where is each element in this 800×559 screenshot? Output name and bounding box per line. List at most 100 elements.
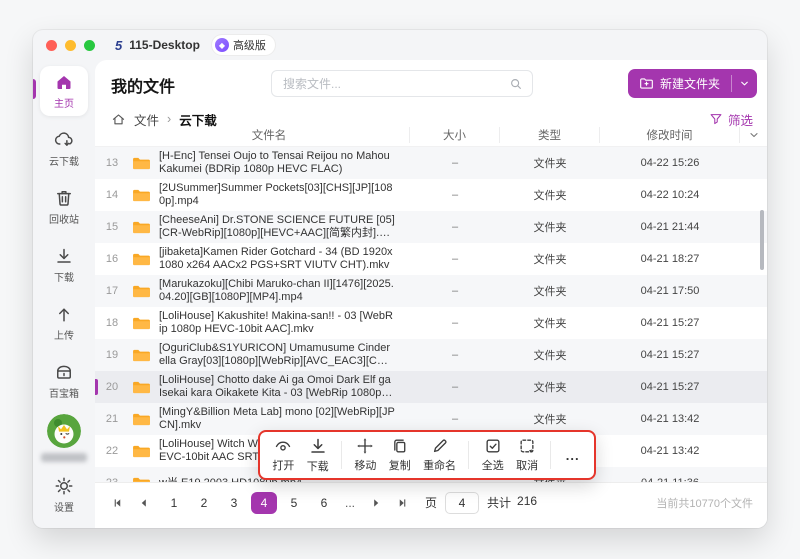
sidebar-item-upload[interactable]: 上传 <box>40 298 88 348</box>
folder-icon <box>132 412 151 427</box>
page-number-1[interactable]: 1 <box>161 492 187 514</box>
page-input[interactable] <box>445 491 480 514</box>
sidebar-item-about-info[interactable]: 关于 <box>40 526 88 528</box>
page-number-4[interactable]: 4 <box>251 491 277 514</box>
page-number-2[interactable]: 2 <box>191 492 217 514</box>
file-name-cell: [LoliHouse] Chotto dake Ai ga Omoi Dark … <box>129 374 410 400</box>
page-ellipsis[interactable]: ... <box>341 496 359 510</box>
file-count-summary: 当前共10770个文件 <box>656 497 753 510</box>
file-type: 文件夹 <box>533 382 567 394</box>
page-number-3[interactable]: 3 <box>221 492 247 514</box>
toolbar-select-all-button[interactable]: 全选 <box>482 437 504 473</box>
last-page-button[interactable] <box>393 494 411 512</box>
sidebar-item-recycle-bin[interactable]: 回收站 <box>40 182 88 232</box>
row-index: 16 <box>105 253 119 265</box>
column-type[interactable]: 类型 <box>500 127 600 143</box>
sidebar-item-treasure-box[interactable]: 百宝箱 <box>40 356 88 406</box>
sidebar-item-settings-gear[interactable]: 设置 <box>40 470 88 520</box>
first-page-button[interactable] <box>109 494 127 512</box>
close-window-button[interactable] <box>46 39 57 51</box>
table-row[interactable]: 20 [LoliHouse] Chotto dake Ai ga Omoi Dar… <box>95 371 767 403</box>
cancel-select-icon <box>518 437 536 455</box>
new-folder-button[interactable]: 新建文件夹 <box>628 75 731 92</box>
file-modified: 04-21 13:42 <box>640 413 700 425</box>
sidebar-item-label: 下载 <box>54 273 74 284</box>
page-number-6[interactable]: 6 <box>311 492 337 514</box>
premium-badge[interactable]: ◆ 高级版 <box>211 35 275 55</box>
toolbar-button-label: 移动 <box>354 460 377 472</box>
toolbar-move-button[interactable]: 移动 <box>354 437 376 473</box>
toolbar-open-button[interactable]: 打开 <box>272 437 294 473</box>
table-header: 文件名 大小 类型 修改时间 <box>95 124 767 147</box>
file-modified: 04-21 15:27 <box>640 349 700 361</box>
folder-icon <box>132 316 151 331</box>
file-size: – <box>451 285 459 297</box>
toolbar-more-button[interactable]: ... <box>564 448 582 463</box>
column-modified[interactable]: 修改时间 <box>600 127 740 143</box>
file-modified: 04-22 10:24 <box>640 189 700 201</box>
sidebar-bottom: 设置关于 <box>40 414 88 528</box>
chevron-down-icon[interactable] <box>732 78 757 89</box>
file-name: [LoliHouse] Chotto dake Ai ga Omoi Dark … <box>159 374 393 399</box>
table-row[interactable]: 18 [LoliHouse] Kakushite! Makina-san!! - … <box>95 307 767 339</box>
sidebar-item-download[interactable]: 下载 <box>40 240 88 290</box>
column-size[interactable]: 大小 <box>410 127 500 143</box>
sidebar-item-home[interactable]: 主页 <box>33 66 88 116</box>
premium-badge-label: 高级版 <box>232 40 266 52</box>
page-number-5[interactable]: 5 <box>281 492 307 514</box>
file-name-cell: [MingY&Billion Meta Lab] mono [02][WebRi… <box>129 406 410 432</box>
file-type: 文件夹 <box>533 222 567 234</box>
row-index: 21 <box>105 413 119 425</box>
next-page-button[interactable] <box>367 494 385 512</box>
select-all-icon <box>484 437 502 455</box>
row-index: 14 <box>105 189 119 201</box>
file-name-cell: [H-Enc] Tensei Oujo to Tensai Reijou no … <box>129 150 410 176</box>
folder-icon <box>132 220 151 235</box>
toolbar-divider <box>341 441 343 469</box>
file-size: – <box>451 317 459 329</box>
maximize-window-button[interactable] <box>84 39 95 51</box>
toolbar-copy-button[interactable]: 复制 <box>389 437 411 473</box>
file-modified: 04-21 15:27 <box>640 381 700 393</box>
row-index: 17 <box>105 285 119 297</box>
column-filename[interactable]: 文件名 <box>129 127 410 143</box>
vertical-scrollbar[interactable] <box>760 210 764 270</box>
toolbar-download-button[interactable]: 下载 <box>307 436 329 474</box>
avatar[interactable] <box>47 414 81 448</box>
toolbar-button-label: 重命名 <box>423 460 457 472</box>
table-row[interactable]: 19 [OguriClub&S1YURICON] Umamusume Cinder… <box>95 339 767 371</box>
file-size: – <box>451 349 459 361</box>
file-size: – <box>451 253 459 265</box>
prev-page-button[interactable] <box>135 494 153 512</box>
table-row[interactable]: 13 [H-Enc] Tensei Oujo to Tensai Reijou n… <box>95 147 767 179</box>
file-modified: 04-21 15:27 <box>640 317 700 329</box>
folder-icon <box>132 252 151 267</box>
folder-icon <box>132 380 151 395</box>
toolbar-rename-button[interactable]: 重命名 <box>423 437 456 473</box>
table-row[interactable]: 17 [Marukazoku][Chibi Maruko-chan II][147… <box>95 275 767 307</box>
toolbar-button-label: 复制 <box>388 460 411 472</box>
table-row[interactable]: 16 [jibaketa]Kamen Rider Gotchard - 34 (B… <box>95 243 767 275</box>
sidebar-item-label: 百宝箱 <box>49 389 79 400</box>
new-folder-label: 新建文件夹 <box>659 77 720 91</box>
sidebar-item-label: 主页 <box>54 99 74 110</box>
total-label: 共计 <box>487 496 512 510</box>
file-type: 文件夹 <box>533 350 567 362</box>
sidebar-item-cloud-download[interactable]: 云下载 <box>40 124 88 174</box>
rename-icon <box>431 437 449 455</box>
window-controls <box>46 39 95 51</box>
toolbar-divider <box>550 441 552 469</box>
table-row[interactable]: 15 [CheeseAni] Dr.STONE SCIENCE FUTURE [0… <box>95 211 767 243</box>
gem-icon: ◆ <box>214 38 229 52</box>
file-name: [MingY&Billion Meta Lab] mono [02][WebRi… <box>159 406 395 431</box>
row-index: 15 <box>105 221 119 233</box>
folder-icon <box>132 156 151 171</box>
minimize-window-button[interactable] <box>65 39 76 51</box>
file-type: 文件夹 <box>533 190 567 202</box>
search-input[interactable] <box>281 75 509 92</box>
table-row[interactable]: 14 [2USummer]Summer Pockets[03][CHS][JP][… <box>95 179 767 211</box>
column-settings-chevron-icon[interactable] <box>740 129 767 141</box>
file-name-cell: [CheeseAni] Dr.STONE SCIENCE FUTURE [05]… <box>129 214 410 240</box>
page-title: 我的文件 <box>111 79 176 96</box>
toolbar-cancel-select-button[interactable]: 取消 <box>516 437 538 473</box>
